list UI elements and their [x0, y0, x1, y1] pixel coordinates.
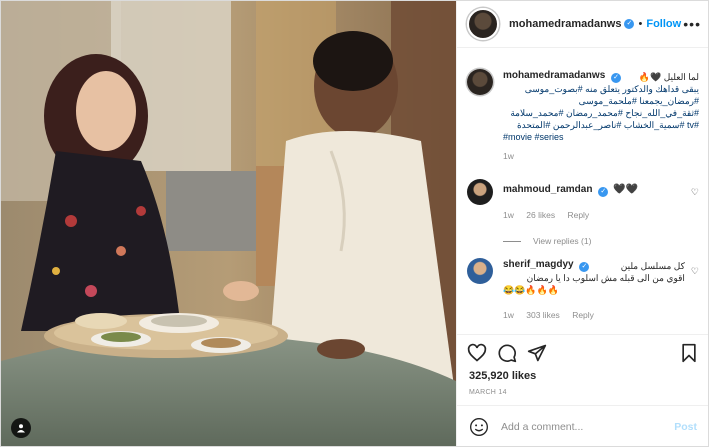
user-tag-icon[interactable]: [11, 418, 31, 438]
comment-input[interactable]: [499, 419, 675, 434]
add-comment-bar: Post: [457, 405, 708, 446]
caption-line[interactable]: #tv #سمية_الخشاب #ناصر_عبدالرحمن #المتحد…: [503, 119, 699, 131]
more-icon[interactable]: •••: [683, 16, 701, 32]
comment-row: sherif_magdyy ✓ كل مسلسل ملين اقوي من ال…: [467, 258, 699, 322]
emoji-icon[interactable]: [469, 417, 489, 437]
user-tag-glyph: [17, 424, 25, 433]
post-photo[interactable]: [1, 1, 456, 446]
caption-body: mohamedramadanws ✓ لما العليل 🖤🔥 يبقى قد…: [503, 69, 699, 163]
caption-meta: 1w: [503, 150, 699, 163]
post-comment-button[interactable]: Post: [674, 421, 697, 433]
view-replies-button[interactable]: View replies (1): [503, 236, 699, 246]
header-separator: •: [638, 18, 643, 30]
caption-username[interactable]: mohamedramadanws: [503, 70, 605, 81]
commenter-avatar[interactable]: [467, 258, 493, 284]
commenter-username[interactable]: sherif_magdyy: [503, 259, 574, 270]
save-icon[interactable]: [679, 343, 699, 363]
verified-icon: ✓: [598, 187, 609, 197]
comment-body: sherif_magdyy ✓ كل مسلسل ملين اقوي من ال…: [503, 258, 685, 322]
heart-icon[interactable]: ♡: [691, 266, 699, 277]
reply-button[interactable]: Reply: [572, 310, 594, 320]
comment-meta: 1w 303 likes Reply: [503, 309, 685, 322]
follow-button[interactable]: Follow: [646, 18, 681, 30]
post-modal: mohamedramadanws ✓ • Follow ••• mohamedr…: [0, 0, 709, 447]
view-replies-label: View replies (1): [533, 236, 592, 246]
caption-line[interactable]: #رمضان_يجمعنا #ملحمة_موسى: [503, 95, 699, 107]
post-actions: [457, 334, 708, 371]
replies-divider: [503, 240, 521, 242]
caption-line[interactable]: #ثقة_في_الله_نجاح #محمد_رمضان #محمد_سلام…: [503, 107, 699, 119]
comment-likes[interactable]: 26 likes: [526, 210, 555, 220]
comment-icon[interactable]: [497, 343, 517, 363]
post-date[interactable]: MARCH 14: [469, 389, 507, 396]
post-side-panel: mohamedramadanws ✓ • Follow ••• mohamedr…: [456, 1, 708, 446]
author-username[interactable]: mohamedramadanws: [509, 18, 621, 30]
caption-row: mohamedramadanws ✓ لما العليل 🖤🔥 يبقى قد…: [467, 69, 699, 163]
heart-icon[interactable]: [467, 343, 487, 363]
comment-meta: 1w 26 likes Reply: [503, 209, 685, 222]
verified-icon: ✓: [624, 19, 635, 29]
photo-illustration: [1, 1, 456, 446]
comments-list[interactable]: mohamedramadanws ✓ لما العليل 🖤🔥 يبقى قد…: [457, 59, 708, 331]
comment-text: 😂😂🔥🔥🔥: [503, 285, 560, 295]
comment-body: mahmoud_ramdan ✓ 🖤🖤 1w 26 likes Reply: [503, 179, 685, 222]
commenter-avatar[interactable]: [467, 179, 493, 205]
heart-icon[interactable]: ♡: [691, 187, 699, 198]
share-icon[interactable]: [527, 343, 547, 363]
comment-text: اقوي من الى قبله مش اسلوب دا يا رمضان: [526, 273, 685, 283]
caption-line[interactable]: #movie #series: [503, 131, 699, 144]
comment-text: 🖤🖤: [613, 184, 638, 195]
caption-line[interactable]: يبقى قداهك والدكتور يتعلق منه #بصوت_موسى: [503, 83, 699, 95]
verified-icon: ✓: [611, 73, 622, 83]
comment-time: 1w: [503, 210, 514, 220]
comment-row: mahmoud_ramdan ✓ 🖤🖤 1w 26 likes Reply ♡: [467, 179, 699, 222]
verified-icon: ✓: [579, 262, 590, 272]
caption-time: 1w: [503, 151, 514, 161]
likes-count[interactable]: 325,920 likes: [469, 370, 536, 382]
caption-author-avatar[interactable]: [467, 69, 493, 95]
reply-button[interactable]: Reply: [567, 210, 589, 220]
author-avatar[interactable]: [467, 8, 499, 40]
comment-likes[interactable]: 303 likes: [526, 310, 560, 320]
post-header: mohamedramadanws ✓ • Follow •••: [457, 1, 708, 48]
comment-time: 1w: [503, 310, 514, 320]
commenter-username[interactable]: mahmoud_ramdan: [503, 184, 592, 195]
